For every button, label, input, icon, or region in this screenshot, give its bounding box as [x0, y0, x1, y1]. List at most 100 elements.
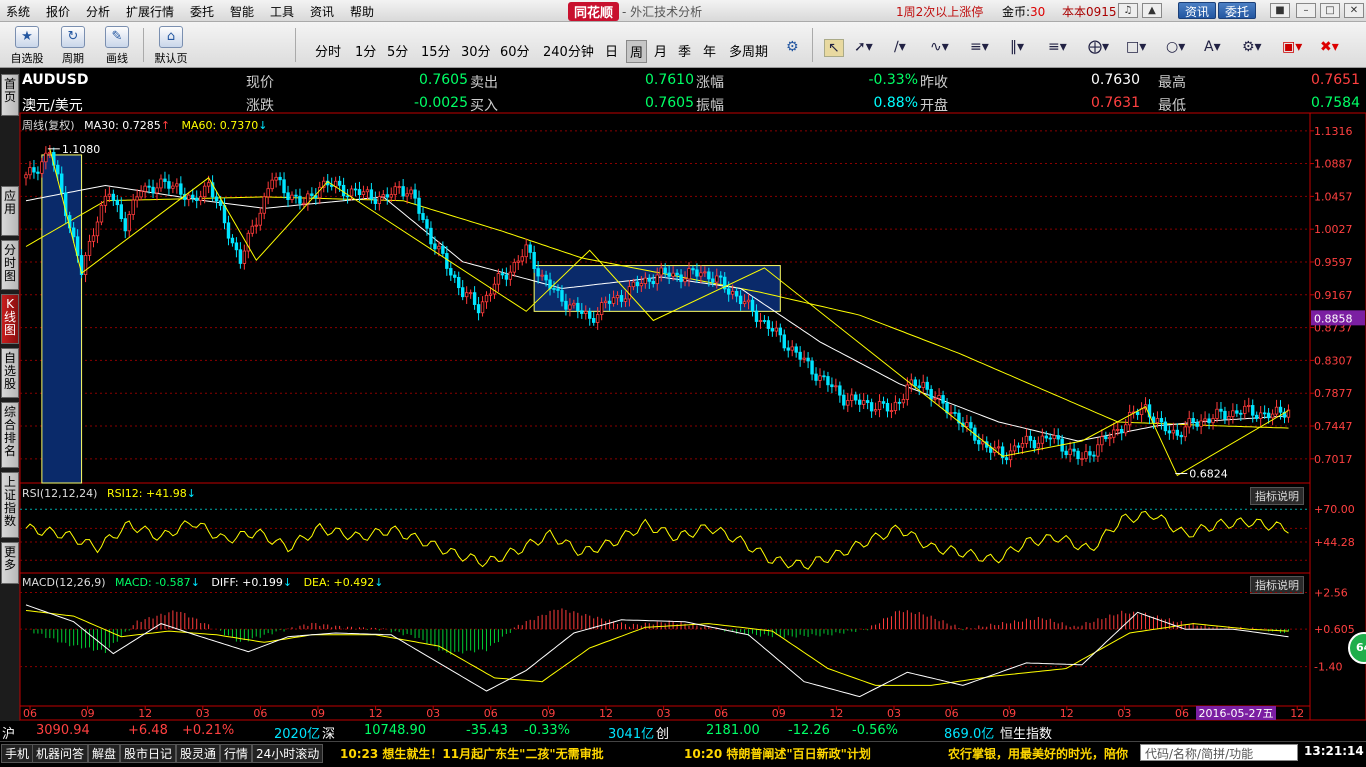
candle-down: [580, 310, 584, 314]
candle-down: [32, 167, 36, 173]
candle-down: [425, 219, 429, 229]
candle-down: [738, 295, 743, 305]
mobile-button[interactable]: 手机: [1, 744, 34, 763]
candle-down: [1235, 410, 1239, 414]
extreme-label: 0.6824: [1189, 468, 1228, 481]
x-tick-label: 09: [1002, 707, 1016, 720]
candle-up: [389, 194, 393, 198]
x-tick-label: 12: [1290, 707, 1304, 720]
candle-down: [782, 334, 786, 349]
candle-up: [1258, 412, 1263, 419]
candle-up: [1068, 448, 1072, 456]
candle-up: [774, 327, 779, 332]
candle-down: [865, 400, 870, 403]
candle-down: [1072, 448, 1076, 452]
candle-down: [1255, 414, 1259, 419]
candle-up: [933, 397, 937, 400]
sz-amount: 3041亿: [608, 727, 655, 742]
candle-down: [651, 280, 655, 285]
candle-down: [588, 311, 592, 319]
stock-link-button[interactable]: 股灵通: [176, 744, 221, 763]
candle-up: [270, 179, 274, 190]
candle-down: [647, 277, 651, 282]
kline-chart[interactable]: 1.13161.08871.04571.00270.95970.91670.87…: [0, 0, 1366, 767]
candle-up: [520, 256, 524, 262]
candle-up: [266, 188, 270, 198]
candle-up: [599, 302, 604, 315]
candle-up: [1171, 429, 1176, 434]
sh-value[interactable]: 3090.94: [36, 723, 90, 738]
robot-qa-button[interactable]: 机器问答: [32, 744, 89, 763]
news-ticker-1[interactable]: 10:23 想生就生！11月起广东生"二孩"无需审批: [340, 745, 604, 762]
diary-button[interactable]: 股市日记: [120, 744, 177, 763]
candle-up: [699, 272, 703, 277]
x-tick-label: 06: [945, 707, 959, 720]
candle-up: [131, 199, 135, 215]
news-ticker-2[interactable]: 10:20 特朗普阐述"百日新政"计划: [684, 745, 871, 762]
candle-down: [453, 274, 457, 278]
candle-down: [707, 271, 711, 280]
candle-up: [659, 267, 663, 276]
candle-up: [175, 183, 179, 187]
candle-up: [595, 314, 600, 323]
candle-down: [814, 373, 818, 381]
sz-pct: -0.33%: [524, 723, 570, 738]
candle-up: [981, 441, 985, 445]
candle-up: [198, 196, 203, 201]
x-tick-label: 12: [829, 707, 843, 720]
rolling-news-button[interactable]: 24小时滚动: [252, 744, 324, 763]
candle-down: [544, 274, 548, 281]
candle-down: [869, 402, 874, 412]
candle-down: [766, 320, 771, 329]
y-tick-label: 0.9597: [1314, 256, 1353, 269]
y-tick-label: +0.605: [1314, 623, 1355, 636]
candle-down: [838, 385, 842, 396]
search-input[interactable]: 代码/名称/简拼/功能: [1140, 744, 1298, 761]
candle-down: [286, 192, 290, 200]
candle-up: [159, 178, 163, 189]
candle-down: [778, 327, 782, 336]
candle-down: [1159, 418, 1164, 423]
candle-down: [592, 317, 596, 323]
candle-down: [734, 291, 739, 297]
x-tick-label: 09: [772, 707, 786, 720]
candle-down: [822, 375, 826, 378]
candle-down: [500, 273, 505, 276]
analysis-button[interactable]: 解盘: [88, 744, 121, 763]
sz-value[interactable]: 10748.90: [364, 723, 426, 738]
candle-up: [1270, 413, 1275, 419]
candle-down: [826, 376, 830, 386]
cy-value[interactable]: 2181.00: [706, 723, 760, 738]
y-tick-label: 1.0027: [1314, 223, 1353, 236]
candle-up: [254, 224, 258, 227]
x-tick-label: 03: [196, 707, 210, 720]
candle-down: [691, 268, 695, 271]
candle-down: [711, 278, 715, 283]
cy-amount: 869.0亿: [944, 727, 995, 742]
candle-up: [171, 185, 175, 189]
candle-down: [1195, 422, 1199, 427]
candle-up: [683, 278, 687, 283]
candle-up: [1096, 444, 1100, 457]
candle-down: [36, 171, 40, 174]
candle-down: [830, 384, 834, 388]
candle-down: [147, 185, 151, 188]
candle-down: [1223, 410, 1227, 420]
candle-up: [1199, 420, 1203, 427]
clock: 13:21:14: [1304, 744, 1364, 758]
x-tick-label: 09: [541, 707, 555, 720]
candle-down: [532, 251, 536, 269]
news-ticker-3[interactable]: 农行掌银，用最美好的时光，陪你: [948, 745, 1128, 762]
candle-down: [337, 180, 342, 186]
sh-amount: 2020亿: [274, 727, 321, 742]
candle-down: [1135, 411, 1140, 416]
candle-down: [353, 188, 358, 191]
candle-up: [1108, 436, 1112, 440]
candle-up: [274, 176, 278, 181]
market-button[interactable]: 行情: [220, 744, 253, 763]
candle-down: [1032, 440, 1037, 449]
candle-up: [484, 294, 489, 303]
candle-down: [191, 194, 195, 199]
sh-change: +6.48: [128, 723, 168, 738]
hs-label[interactable]: 恒生指数: [1000, 723, 1052, 742]
